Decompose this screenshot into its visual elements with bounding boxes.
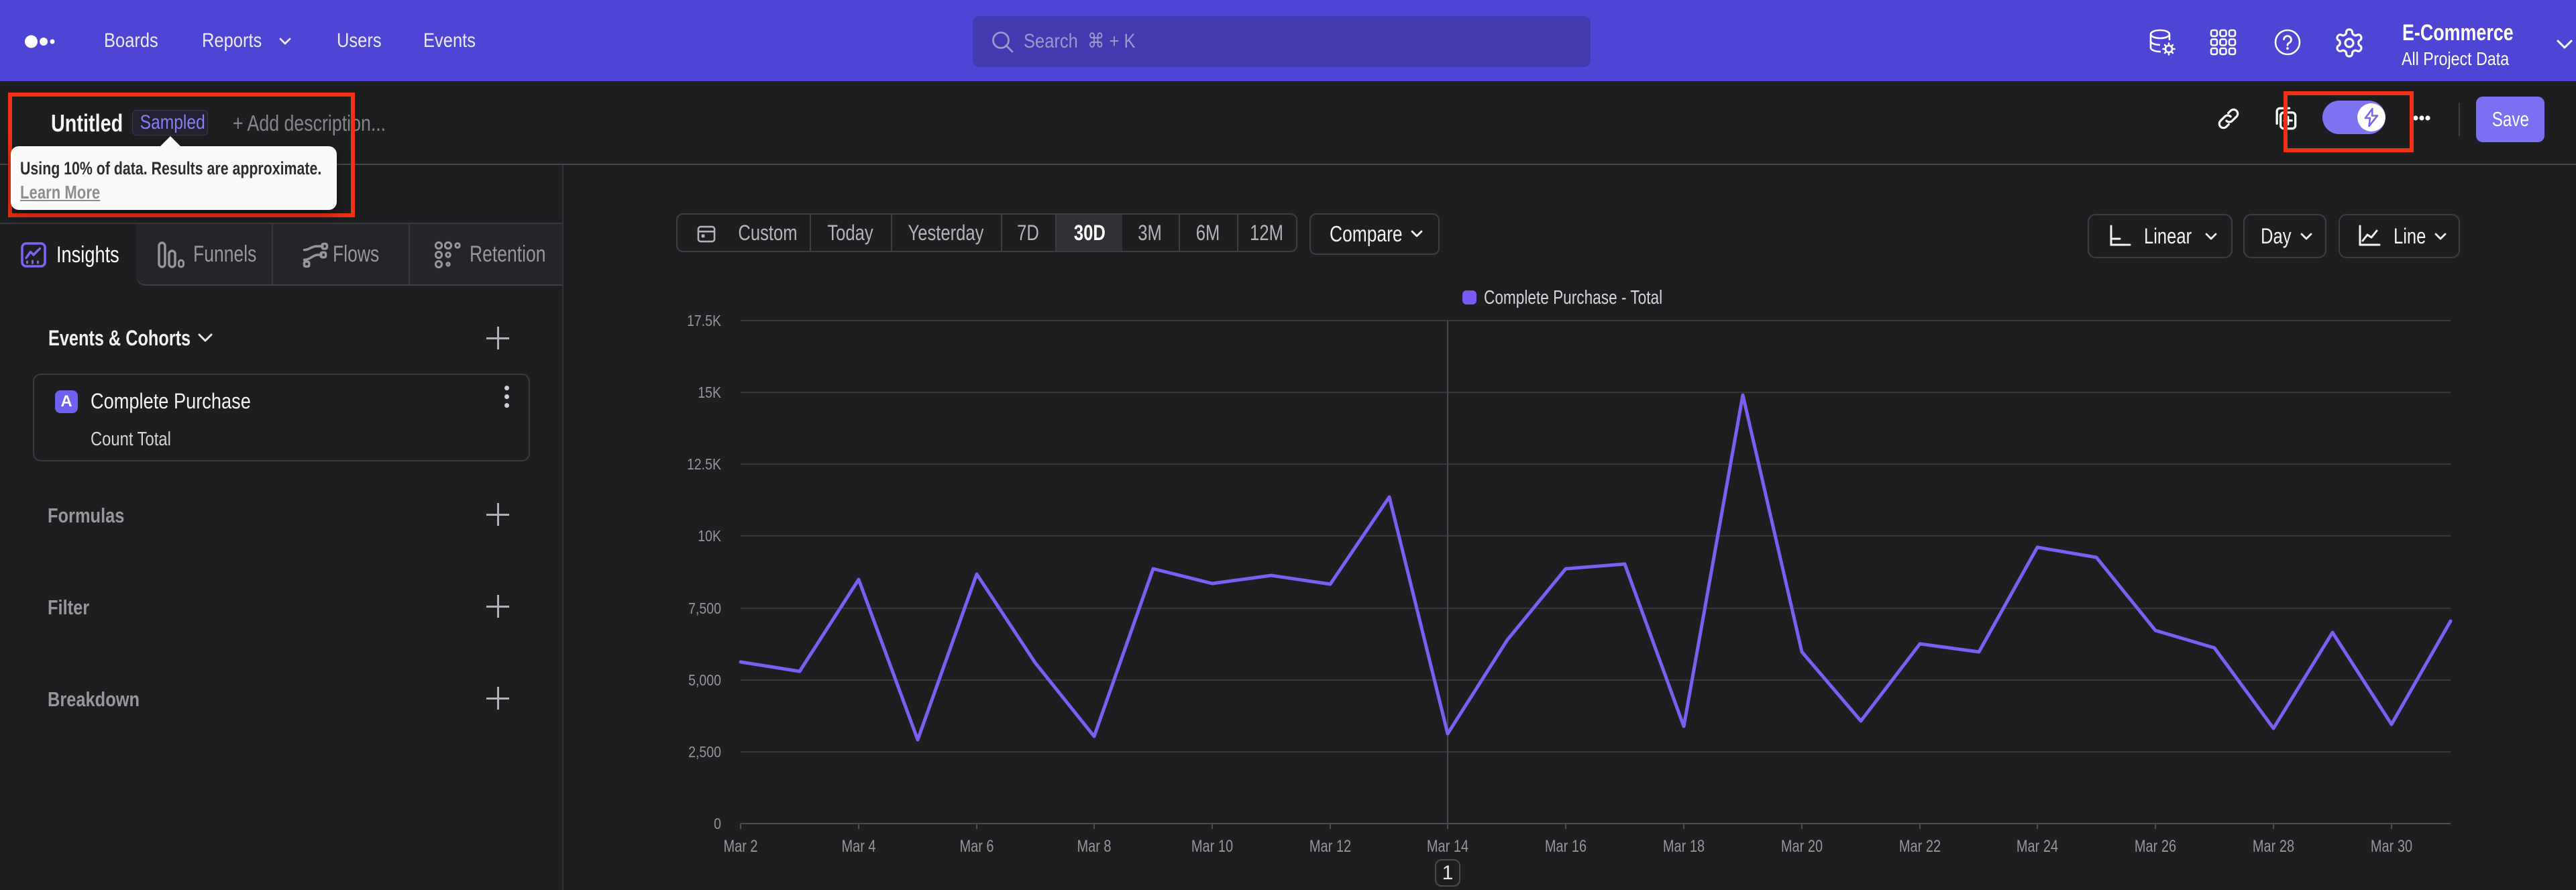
svg-text:15K: 15K [698, 384, 721, 402]
svg-text:Mar 16: Mar 16 [1545, 837, 1587, 856]
svg-text:Mar 10: Mar 10 [1191, 837, 1233, 856]
svg-text:Mar 2: Mar 2 [723, 837, 757, 856]
svg-text:Mar 24: Mar 24 [2017, 837, 2058, 856]
svg-text:Mar 26: Mar 26 [2135, 837, 2176, 856]
svg-text:Mar 14: Mar 14 [1427, 837, 1468, 856]
svg-text:Mar 12: Mar 12 [1309, 837, 1351, 856]
svg-text:Mar 28: Mar 28 [2253, 837, 2294, 856]
svg-text:Mar 8: Mar 8 [1077, 837, 1111, 856]
svg-text:10K: 10K [698, 528, 721, 545]
svg-text:2,500: 2,500 [688, 744, 721, 761]
svg-text:17.5K: 17.5K [687, 313, 721, 330]
svg-text:12.5K: 12.5K [687, 456, 721, 474]
svg-text:Mar 6: Mar 6 [959, 837, 994, 856]
svg-text:0: 0 [714, 816, 721, 833]
svg-text:7,500: 7,500 [688, 600, 721, 618]
svg-text:Mar 30: Mar 30 [2371, 837, 2412, 856]
svg-text:5,000: 5,000 [688, 672, 721, 689]
svg-text:Mar 4: Mar 4 [841, 837, 875, 856]
svg-text:Mar 18: Mar 18 [1663, 837, 1705, 856]
svg-text:Mar 22: Mar 22 [1899, 837, 1941, 856]
svg-text:Mar 20: Mar 20 [1781, 837, 1823, 856]
